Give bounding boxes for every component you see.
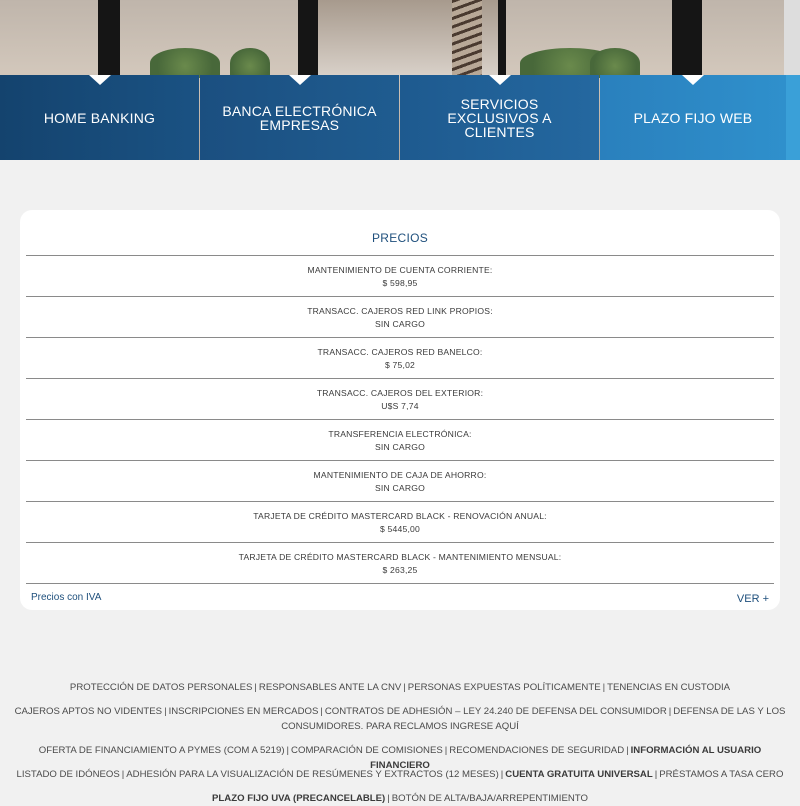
separator: | [320, 706, 323, 717]
price-row: TRANSACC. CAJEROS RED BANELCO: $ 75,02 [26, 338, 774, 379]
separator: | [121, 769, 125, 780]
separator: | [668, 706, 672, 717]
footer-link-tenencias[interactable]: TENENCIAS EN CUSTODIA [607, 682, 730, 693]
price-label: MANTENIMIENTO DE CAJA DE AHORRO: [313, 470, 487, 480]
footer-link-pep[interactable]: PERSONAS EXPUESTAS POLÍTICAMENTE [408, 682, 601, 693]
nav-label: SERVICIOS EXCLUSIVOS A CLIENTES [447, 95, 552, 140]
quick-access-nav: HOME BANKING BANCA ELECTRÓNICA EMPRESAS … [0, 75, 800, 160]
price-value: SIN CARGO [374, 319, 426, 329]
price-value: U$S 7,74 [381, 401, 419, 411]
price-row: TRANSACC. CAJEROS DEL EXTERIOR: U$S 7,74 [26, 379, 774, 420]
hero-column [672, 0, 702, 80]
price-label: TRANSACC. CAJEROS RED BANELCO: [317, 347, 483, 357]
separator: | [403, 682, 406, 693]
price-row: TARJETA DE CRÉDITO MASTERCARD BLACK - RE… [26, 502, 774, 543]
arrow-down-icon [682, 75, 704, 85]
prices-title: PRECIOS [26, 210, 774, 256]
footer-link-responsables-cnv[interactable]: RESPONSABLES ANTE LA CNV [259, 682, 401, 693]
footer-link-boton-arrepentimiento[interactable]: BOTÓN DE ALTA/BAJA/ARREPENTIMIENTO [392, 793, 588, 804]
hero-edge [784, 0, 800, 80]
footer-link-resumenes[interactable]: ADHESIÓN PARA LA VISUALIZACIÓN DE RESÚME… [126, 769, 498, 780]
nav-plazo-fijo-web[interactable]: PLAZO FIJO WEB [600, 75, 786, 160]
footer-link-prestamos-tasa-cero[interactable]: PRÉSTAMOS A TASA CERO [659, 769, 783, 780]
footer-link-datos-personales[interactable]: PROTECCIÓN DE DATOS PERSONALES [70, 682, 253, 693]
nav-edge [786, 75, 800, 160]
price-label: TRANSACC. CAJEROS RED LINK PROPIOS: [307, 306, 493, 316]
price-value: $ 75,02 [384, 360, 416, 370]
hero-plant [150, 48, 220, 78]
hero-staircase [452, 0, 482, 75]
footer-line: CAJEROS APTOS NO VIDENTES | INSCRIPCIONES … [8, 704, 792, 734]
prices-note: Precios con IVA [31, 592, 102, 603]
hero-plant [590, 48, 640, 78]
prices-card: PRECIOS MANTENIMIENTO DE CUENTA CORRIENT… [20, 210, 780, 610]
price-value: SIN CARGO [374, 442, 426, 452]
price-label: TRANSFERENCIA ELECTRÓNICA: [328, 429, 472, 439]
arrow-down-icon [88, 75, 111, 85]
separator: | [626, 745, 629, 756]
price-row: MANTENIMIENTO DE CUENTA CORRIENTE: $ 598… [26, 256, 774, 297]
footer-line: PROTECCIÓN DE DATOS PERSONALES | RESPONSAB… [8, 680, 792, 695]
separator: | [654, 769, 658, 780]
nav-home-banking[interactable]: HOME BANKING [0, 75, 199, 160]
price-value: $ 263,25 [382, 565, 418, 575]
nav-label: HOME BANKING [43, 109, 156, 126]
price-row: MANTENIMIENTO DE CAJA DE AHORRO: SIN CAR… [26, 461, 774, 502]
price-row: TRANSFERENCIA ELECTRÓNICA: SIN CARGO [26, 420, 774, 461]
price-label: TARJETA DE CRÉDITO MASTERCARD BLACK - RE… [253, 511, 547, 521]
separator: | [602, 682, 606, 693]
price-value: SIN CARGO [374, 483, 426, 493]
separator: | [500, 769, 504, 780]
separator: | [164, 706, 167, 717]
footer-link-seguridad[interactable]: RECOMENDACIONES DE SEGURIDAD [449, 745, 624, 756]
nav-label: PLAZO FIJO WEB [633, 109, 753, 126]
footer-link-plazo-fijo-uva[interactable]: PLAZO FIJO UVA (PRECANCELABLE) [212, 793, 385, 804]
hero-column [498, 0, 506, 80]
footer-link-contratos-adhesion[interactable]: CONTRATOS DE ADHESIÓN – LEY 24.240 DE DE… [325, 706, 667, 717]
price-label: MANTENIMIENTO DE CUENTA CORRIENTE: [307, 265, 493, 275]
price-row: TRANSACC. CAJEROS RED LINK PROPIOS: SIN … [26, 297, 774, 338]
footer-link-inscripciones[interactable]: INSCRIPCIONES EN MERCADOS [169, 706, 319, 717]
price-value: $ 5445,00 [379, 524, 421, 534]
price-row: TARJETA DE CRÉDITO MASTERCARD BLACK - MA… [26, 543, 774, 584]
price-value: $ 598,95 [382, 278, 418, 288]
separator: | [286, 745, 290, 756]
arrow-down-icon [488, 75, 511, 85]
footer-link-cajeros-no-videntes[interactable]: CAJEROS APTOS NO VIDENTES [15, 706, 163, 717]
separator: | [254, 682, 257, 693]
footer-line: LISTADO DE IDÓNEOS | ADHESIÓN PARA LA VISU… [8, 767, 792, 782]
footer-link-comparacion-comisiones[interactable]: COMPARACIÓN DE COMISIONES [291, 745, 443, 756]
separator: | [444, 745, 448, 756]
nav-label: BANCA ELECTRÓNICA EMPRESAS [222, 102, 377, 133]
footer-link-cuenta-gratuita[interactable]: CUENTA GRATUITA UNIVERSAL [505, 769, 652, 780]
price-label: TARJETA DE CRÉDITO MASTERCARD BLACK - MA… [238, 552, 562, 562]
footer-link-oferta-pymes[interactable]: OFERTA DE FINANCIAMIENTO A PYMES (COM A … [39, 745, 285, 756]
separator: | [387, 793, 390, 804]
hero-column [98, 0, 120, 80]
hero-column [298, 0, 318, 80]
footer-link-idoneos[interactable]: LISTADO DE IDÓNEOS [17, 769, 120, 780]
footer-line: PLAZO FIJO UVA (PRECANCELABLE) | BOTÓN DE … [8, 791, 792, 806]
nav-banca-electronica-empresas[interactable]: BANCA ELECTRÓNICA EMPRESAS [200, 75, 399, 160]
nav-servicios-exclusivos[interactable]: SERVICIOS EXCLUSIVOS A CLIENTES [400, 75, 599, 160]
hero-plant [230, 48, 270, 78]
see-more-link[interactable]: VER + [737, 593, 769, 605]
arrow-down-icon [288, 75, 311, 85]
price-label: TRANSACC. CAJEROS DEL EXTERIOR: [316, 388, 484, 398]
